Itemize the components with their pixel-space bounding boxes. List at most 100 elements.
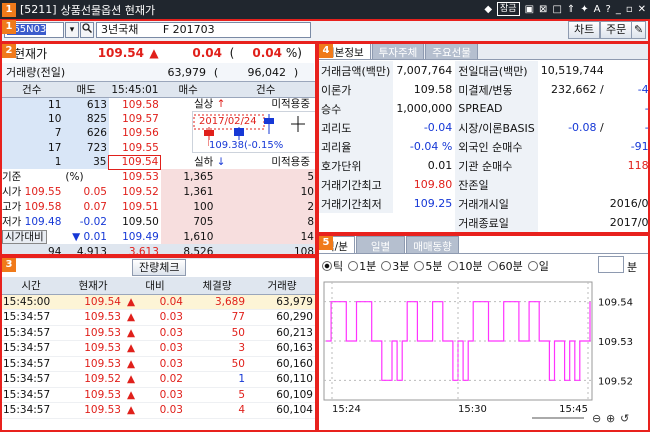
trade-row[interactable]: 15:34:57 109.53 ▲ 0.03 5 60,109: [0, 387, 316, 403]
save-icon[interactable]: ⊠: [539, 4, 547, 15]
trades-panel: 잔량체크 시간 현재가 대비 체결량 거래량 15:45:00 109.54 ▲ 0.…: [0, 257, 316, 432]
x-tick-label: 15:24: [332, 404, 361, 415]
code-bar: 165N03 ▾ 3년국채 F 201703 차트 주문 ✎: [0, 19, 650, 41]
tick-tabs: 틱/분 일별 매매동향: [318, 236, 650, 254]
radio-1min[interactable]: 1분: [348, 258, 376, 274]
basic-info-panel: 거래금액(백만) 7,007,764 전일대금(백만) 10,519,744 이론가 1…: [318, 61, 650, 232]
minute-input[interactable]: [598, 256, 624, 273]
y-tick-label: 109.52: [598, 376, 633, 387]
radio-tick[interactable]: 틱: [322, 258, 343, 274]
radio-day[interactable]: 일: [527, 258, 549, 274]
mini-chart-date: 2017/02/24: [199, 116, 257, 127]
radio-10min[interactable]: 10분: [447, 258, 483, 274]
current-price: 109.54: [97, 46, 144, 60]
code-dropdown-icon[interactable]: ▾: [65, 22, 79, 38]
memo-icon[interactable]: □: [552, 4, 561, 15]
pin-icon[interactable]: ◆: [484, 4, 492, 15]
trade-row[interactable]: 15:34:57 109.53 ▲ 0.03 50 60,160: [0, 356, 316, 372]
trade-row[interactable]: 15:34:57 109.53 ▲ 0.03 3 60,163: [0, 340, 316, 357]
tab-daily[interactable]: 일별: [355, 236, 406, 253]
trade-row[interactable]: 15:34:57 109.53 ▲ 0.03 50 60,213: [0, 325, 316, 341]
radio-3min[interactable]: 3분: [381, 258, 409, 274]
lock-button[interactable]: 잠금: [497, 2, 520, 16]
help-button[interactable]: ?: [606, 4, 611, 15]
bid-row[interactable]: 고가 109.58 0.07 109.51 100 2: [0, 199, 316, 215]
close-icon[interactable]: ✕: [638, 4, 646, 15]
tab-investors[interactable]: 투자주체: [371, 42, 425, 59]
minute-unit-label: 분: [627, 261, 638, 274]
info-row: 거래종료일2017/03/21: [318, 213, 650, 232]
info-row: 괴리도-0.04시장/이론BASIS-0.08 /-0.04: [318, 118, 650, 137]
zoom-out-icon[interactable]: ⊖: [592, 412, 601, 425]
open-compare-button[interactable]: 시가대비: [2, 230, 47, 245]
badge-3: 3: [2, 258, 16, 272]
radio-60min[interactable]: 60분: [487, 258, 523, 274]
tab-trading-trend[interactable]: 매매동향: [406, 236, 459, 253]
remaining-check-button[interactable]: 잔량체크: [132, 259, 187, 276]
candle-up: [204, 130, 214, 136]
radio-5min[interactable]: 5분: [414, 258, 443, 274]
period-radios: 틱 1분 3분 5분 10분 60분 일: [322, 258, 549, 274]
mini-candle-chart: 2017/02/24 109.38(-0.15%: [192, 111, 316, 153]
bid-row[interactable]: 시가대비 ▼ 0.01 109.49 1,610 14: [0, 229, 316, 245]
badge-1: 1: [2, 20, 16, 34]
print-icon[interactable]: ▣: [525, 4, 534, 15]
zoom-in-icon[interactable]: ⊕: [606, 412, 615, 425]
info-row: 거래기간최저109.25거래개시일2016/09/21: [318, 194, 650, 213]
trade-row[interactable]: 15:34:57 109.52 ▲ 0.02 1 60,110: [0, 371, 316, 388]
order-button[interactable]: 주문: [600, 21, 633, 39]
price-change: 0.04: [192, 46, 222, 60]
font-icon[interactable]: A: [594, 4, 601, 15]
mini-chart-low: 109.38(-0.15%: [209, 140, 284, 151]
trade-row[interactable]: 15:34:57 109.53 ▲ 0.03 4 60,104: [0, 402, 316, 419]
settings-icon[interactable]: ✦: [580, 4, 588, 15]
order-book: 건수 매도 15:45:01 매수 건수 11 613 109.58 10 825 10…: [0, 82, 316, 259]
up-arrow-icon: ▲: [149, 46, 159, 60]
trades-header: 시간 현재가 대비 체결량 거래량: [0, 277, 316, 295]
volume-value: 63,979: [167, 65, 207, 79]
bid-row[interactable]: 기준 (%) 109.53 1,365 5: [0, 169, 316, 185]
bid-row[interactable]: 저가 109.48 -0.02 109.50 705 8: [0, 214, 316, 230]
bid-row[interactable]: 시가 109.55 0.05 109.52 1,361 10: [0, 184, 316, 200]
info-row: 호가단위0.01기관 순매수118,861: [318, 156, 650, 175]
window-id: [5211]: [20, 3, 57, 16]
info-row: 거래금액(백만) 7,007,764 전일대금(백만) 10,519,744: [318, 61, 650, 80]
lower-limit: 실하 ↓ 미적용중: [194, 154, 314, 168]
prev-volume: 96,042: [247, 65, 287, 79]
window-title-bar: 1 [5211] 상품선물옵션 현재가 ◆ 잠금 ▣ ⊠ □ ⇑ ✦ A ? _…: [0, 0, 650, 19]
tick-chart-panel: 틱/분 일별 매매동향 틱 1분 3분 5분 10분 60분 일 분 109.5…: [318, 234, 650, 432]
candle-down: [264, 118, 274, 124]
trade-row[interactable]: 15:45:00 109.54 ▲ 0.04 3,689 63,979: [0, 294, 316, 310]
top-icon[interactable]: ⇑: [567, 4, 575, 15]
y-tick-label: 109.54: [598, 298, 633, 309]
y-tick-label: 109.53: [598, 337, 633, 348]
search-icon[interactable]: [80, 22, 94, 38]
tool-icon[interactable]: ✎: [631, 21, 647, 39]
minimize-icon[interactable]: _: [616, 4, 621, 15]
window-icon: 1: [2, 2, 16, 17]
badge-5: 5: [319, 236, 333, 250]
price-change-pct: 0.04: [252, 46, 282, 60]
window-title: 상품선물옵션 현재가: [60, 3, 156, 17]
trade-row[interactable]: 15:34:57 109.53 ▲ 0.03 77 60,290: [0, 309, 316, 326]
badge-2: 2: [2, 44, 16, 58]
reset-icon[interactable]: ↺: [620, 412, 629, 425]
chart-button[interactable]: 차트: [568, 21, 601, 39]
upper-limit: 실상 ↑ 미적용중: [194, 98, 310, 110]
candle-down: [234, 128, 244, 136]
info-row: 승수1,000,000SPREAD-0.08: [318, 99, 650, 118]
info-row: 이론가109.58미결제/변동232,662 /-4,263: [318, 80, 650, 99]
info-tabs: 기본정보 투자주체 주요선물: [318, 42, 650, 60]
badge-4: 4: [319, 44, 333, 58]
maximize-icon[interactable]: ▫: [626, 4, 633, 15]
x-tick-label: 15:45: [559, 404, 588, 415]
info-row: 거래기간최고109.80잔존일23: [318, 175, 650, 194]
info-row: 괴리율-0.04 %외국인 순매수-91,362: [318, 137, 650, 156]
tick-line-chart: 109.54 109.53 109.52 15:24 15:30 15:45 ⊖ ⊕ ↺: [323, 281, 633, 425]
x-tick-label: 15:30: [458, 404, 487, 415]
tab-major-futures[interactable]: 주요선물: [425, 42, 478, 59]
instrument-name: 3년국채 F 201703: [96, 22, 311, 38]
price-label: 현재가: [14, 46, 48, 61]
volume-label: 거래량(전일): [6, 66, 66, 79]
price-summary: 현재가 109.54 ▲ 0.04 ( 0.04 %) 거래량(전일) 63,9…: [0, 42, 316, 82]
